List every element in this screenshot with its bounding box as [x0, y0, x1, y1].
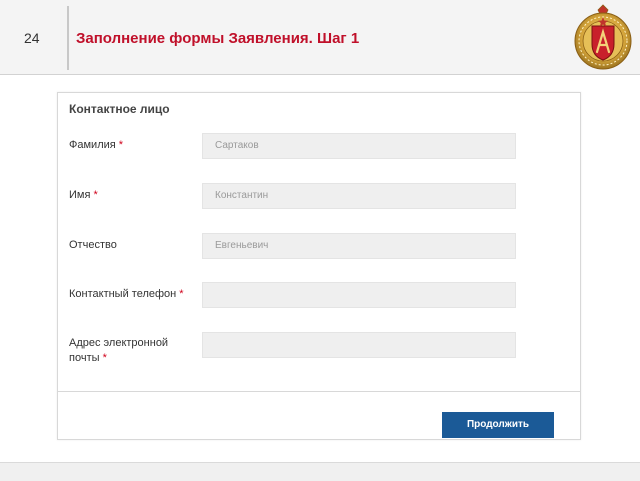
last-name-field[interactable]: Сартаков	[202, 133, 516, 159]
email-label: Адрес электронной почты *	[69, 336, 179, 366]
last-name-label-text: Фамилия	[69, 139, 116, 151]
phone-field[interactable]	[202, 282, 516, 308]
phone-label: Контактный телефон *	[69, 287, 194, 302]
required-marker: *	[179, 288, 184, 300]
phone-label-text: Контактный телефон	[69, 288, 177, 300]
continue-button[interactable]: Продолжить	[442, 412, 554, 438]
military-academy-emblem-icon	[574, 4, 632, 70]
section-title: Контактное лицо	[69, 102, 170, 116]
email-field[interactable]	[202, 332, 516, 358]
slide-footer	[0, 462, 640, 481]
first-name-label: Имя *	[69, 188, 194, 203]
required-marker: *	[118, 139, 124, 151]
email-label-text: Адрес электронной почты	[69, 337, 169, 364]
required-marker: *	[93, 189, 98, 201]
first-name-label-text: Имя	[69, 189, 91, 201]
header-divider	[67, 6, 69, 70]
first-name-field[interactable]: Константин	[202, 183, 516, 209]
page-title: Заполнение формы Заявления. Шаг 1	[76, 30, 360, 47]
patronymic-label: Отчество	[69, 238, 194, 253]
patronymic-label-text: Отчество	[69, 239, 117, 251]
page-number: 24	[24, 30, 40, 46]
form-footer-divider	[58, 391, 580, 392]
contact-form-panel: Контактное лицо Фамилия * Сартаков Имя *…	[57, 92, 581, 440]
slide-header: 24 Заполнение формы Заявления. Шаг 1	[0, 0, 640, 75]
required-marker: *	[102, 352, 107, 364]
last-name-label: Фамилия *	[69, 138, 194, 153]
patronymic-field[interactable]: Евгеньевич	[202, 233, 516, 259]
